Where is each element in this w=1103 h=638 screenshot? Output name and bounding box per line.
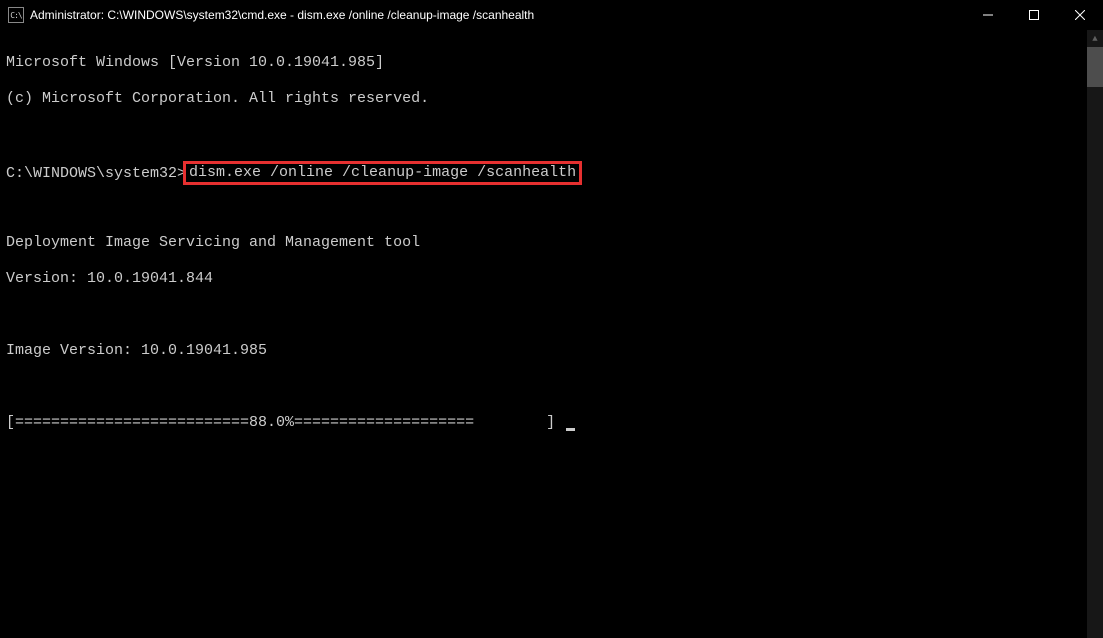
output-blank: [6, 378, 1081, 396]
window-controls: [965, 0, 1103, 30]
window-title: Administrator: C:\WINDOWS\system32\cmd.e…: [30, 8, 965, 22]
terminal-output[interactable]: Microsoft Windows [Version 10.0.19041.98…: [0, 30, 1087, 638]
cursor: [566, 428, 575, 431]
scroll-up-arrow-icon[interactable]: ▲: [1087, 30, 1103, 47]
output-line: Image Version: 10.0.19041.985: [6, 342, 1081, 360]
progress-text: [==========================88.0%========…: [6, 414, 564, 431]
prompt-text: C:\WINDOWS\system32>: [6, 165, 186, 182]
maximize-button[interactable]: [1011, 0, 1057, 30]
output-blank: [6, 306, 1081, 324]
output-line: (c) Microsoft Corporation. All rights re…: [6, 90, 1081, 108]
scroll-thumb[interactable]: [1087, 47, 1103, 87]
window-titlebar: C:\ Administrator: C:\WINDOWS\system32\c…: [0, 0, 1103, 30]
vertical-scrollbar[interactable]: ▲: [1087, 30, 1103, 638]
output-blank: [6, 126, 1081, 144]
prompt-line: C:\WINDOWS\system32>dism.exe /online /cl…: [6, 162, 1081, 180]
progress-line: [==========================88.0%========…: [6, 414, 1081, 432]
annotation-highlight: dism.exe /online /cleanup-image /scanhea…: [183, 161, 582, 185]
terminal-area: Microsoft Windows [Version 10.0.19041.98…: [0, 30, 1103, 638]
close-icon: [1075, 10, 1085, 20]
close-button[interactable]: [1057, 0, 1103, 30]
output-line: Version: 10.0.19041.844: [6, 270, 1081, 288]
minimize-icon: [983, 10, 993, 20]
maximize-icon: [1029, 10, 1039, 20]
minimize-button[interactable]: [965, 0, 1011, 30]
output-line: Microsoft Windows [Version 10.0.19041.98…: [6, 54, 1081, 72]
cmd-icon: C:\: [8, 7, 24, 23]
output-line: Deployment Image Servicing and Managemen…: [6, 234, 1081, 252]
output-blank: [6, 198, 1081, 216]
